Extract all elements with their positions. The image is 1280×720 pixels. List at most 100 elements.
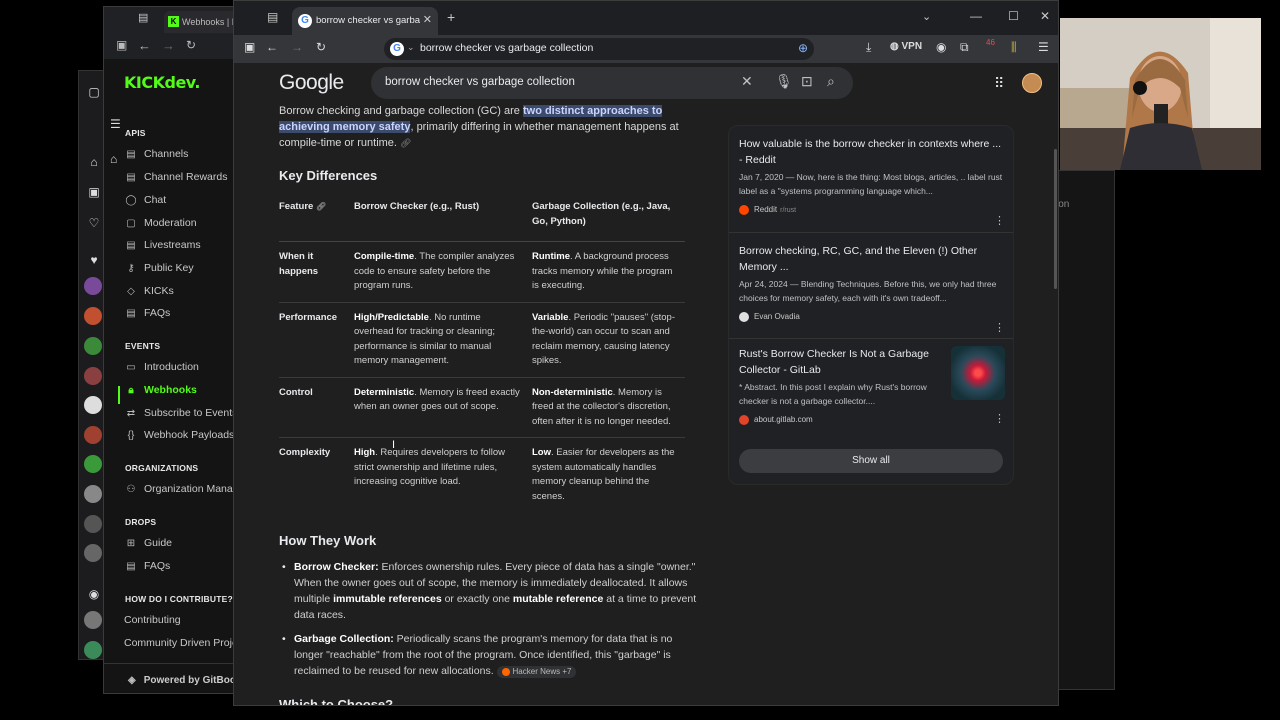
- table-row: Control Deterministic. Memory is freed e…: [279, 377, 685, 438]
- gitbook-footer[interactable]: ◈ Powered by GitBook: [104, 663, 244, 697]
- menu-icon[interactable]: ☰: [1038, 40, 1049, 54]
- workspace-icon[interactable]: ▣: [116, 38, 127, 52]
- maximize-icon[interactable]: ☐: [1008, 9, 1019, 23]
- avatar[interactable]: [84, 367, 102, 385]
- sidebar-item-payloads[interactable]: {} Webhook Payloads: [124, 429, 235, 447]
- kick-dev-logo[interactable]: KICKdev.: [124, 73, 201, 92]
- avatar[interactable]: [84, 641, 102, 659]
- sidebar-item-webhooks[interactable]: 🔒︎ Webhooks: [124, 384, 197, 402]
- source-title[interactable]: Rust's Borrow Checker Is Not a Garbage C…: [739, 346, 939, 378]
- store-icon[interactable]: ▣: [86, 184, 102, 200]
- more-options-icon[interactable]: ⋮: [994, 214, 1005, 227]
- more-options-icon[interactable]: ⋮: [994, 321, 1005, 334]
- avatar[interactable]: [84, 611, 102, 629]
- source-card[interactable]: How valuable is the borrow checker in co…: [739, 136, 1005, 227]
- download-icon[interactable]: ⤓: [866, 40, 871, 55]
- sidebar-item-moderation[interactable]: ▢ Moderation: [124, 217, 196, 235]
- cell-text: . Requires developers to follow strict o…: [354, 447, 506, 487]
- sidebar-item-public-key[interactable]: ⚷ Public Key: [124, 262, 193, 280]
- source-title[interactable]: Borrow checking, RC, GC, and the Eleven …: [739, 243, 1005, 275]
- more-options-icon[interactable]: ⋮: [994, 412, 1005, 425]
- sidebar-item-introduction[interactable]: ▭ Introduction: [124, 361, 199, 379]
- sidebar-item-faqs[interactable]: ▤ FAQs: [124, 307, 170, 325]
- sidebar-item-channels[interactable]: ▤ Channels: [124, 148, 188, 166]
- sidebar-item-kicks[interactable]: ◇ KICKs: [124, 285, 174, 303]
- search-input[interactable]: borrow checker vs garbage collection ✕ 🎙…: [371, 67, 853, 99]
- avatar[interactable]: [84, 307, 102, 325]
- heart-icon[interactable]: ♡: [86, 215, 102, 231]
- link-icon[interactable]: 🔗︎: [316, 202, 326, 211]
- close-window-icon[interactable]: ✕: [1040, 9, 1050, 23]
- sidebar-item-livestreams[interactable]: ▤ Livestreams: [124, 239, 200, 257]
- source-title[interactable]: How valuable is the borrow checker in co…: [739, 136, 1005, 168]
- heart-filled-icon[interactable]: ♥: [86, 252, 102, 268]
- sidebar-item-chat[interactable]: ◯ Chat: [124, 194, 166, 212]
- vpn-button[interactable]: ◍ VPN: [890, 41, 922, 52]
- microphone-icon[interactable]: 🎙︎: [775, 73, 793, 90]
- back-icon[interactable]: ←: [266, 40, 278, 54]
- google-logo[interactable]: Google: [279, 71, 344, 95]
- forward-icon[interactable]: →: [162, 38, 175, 53]
- sidebar-item-channel-rewards[interactable]: ▤ Channel Rewards: [124, 171, 227, 189]
- link-icon[interactable]: 🔗︎: [400, 138, 411, 148]
- avatar[interactable]: [84, 455, 102, 473]
- header-borrow-checker: Borrow Checker (e.g., Rust): [354, 198, 532, 242]
- equalizer-icon[interactable]: ⫼: [1011, 40, 1017, 55]
- avatar[interactable]: [1022, 73, 1042, 93]
- sidebar-item-drops-faqs[interactable]: ▤ FAQs: [124, 560, 170, 578]
- minimize-icon[interactable]: —: [970, 9, 982, 23]
- window-icon[interactable]: ▢: [86, 84, 102, 100]
- kick-tab[interactable]: K Webhooks | Ki: [164, 11, 244, 33]
- source-card[interactable]: Rust's Borrow Checker Is Not a Garbage C…: [739, 346, 1005, 425]
- back-icon[interactable]: ←: [138, 38, 151, 53]
- source-chip[interactable]: Hacker News +7: [496, 666, 577, 678]
- source-thumbnail[interactable]: [951, 346, 1005, 400]
- chevron-down-icon[interactable]: ⌄: [407, 42, 415, 53]
- chevron-down-icon[interactable]: ⌄: [922, 10, 931, 23]
- avatar[interactable]: [84, 426, 102, 444]
- sidebar-item-org-management[interactable]: ⚇ Organization Manag: [124, 483, 239, 501]
- row-feature: Control: [279, 377, 354, 438]
- tab-search-icon[interactable]: ▤: [138, 11, 148, 24]
- translate-icon[interactable]: ⊕: [798, 41, 808, 55]
- avatar[interactable]: [84, 515, 102, 533]
- show-all-button[interactable]: Show all: [739, 449, 1003, 473]
- source-card[interactable]: Borrow checking, RC, GC, and the Eleven …: [739, 243, 1005, 334]
- omnibox[interactable]: G ⌄ borrow checker vs garbage collection…: [384, 38, 814, 60]
- menu-icon[interactable]: ☰: [110, 117, 121, 131]
- avatar[interactable]: [84, 396, 102, 414]
- sidebar-item-guide[interactable]: ⊞ Guide: [124, 537, 172, 555]
- avatar[interactable]: [84, 337, 102, 355]
- site-favicon-icon: [739, 312, 749, 322]
- avatar[interactable]: [84, 544, 102, 562]
- reload-icon[interactable]: ↻: [186, 38, 196, 52]
- apps-grid-icon[interactable]: ⠿: [994, 75, 1004, 92]
- avatar[interactable]: [84, 277, 102, 295]
- puzzle-icon[interactable]: ⧉: [960, 40, 969, 55]
- tab-search-icon[interactable]: ▤: [267, 10, 278, 24]
- extension-icon[interactable]: ◉: [936, 40, 946, 54]
- search-icon[interactable]: ⌕: [827, 73, 835, 90]
- scrollbar[interactable]: [1054, 149, 1057, 289]
- sidebar-item-label: Contributing: [124, 614, 181, 626]
- reload-icon[interactable]: ↻: [316, 40, 326, 54]
- home-icon[interactable]: ⌂: [110, 152, 117, 166]
- extension-badge[interactable]: 46: [986, 38, 995, 47]
- home-icon[interactable]: ⌂: [86, 154, 102, 170]
- sidebar-item-community[interactable]: Community Driven Proje: [124, 637, 238, 655]
- clear-icon[interactable]: ✕: [741, 73, 753, 90]
- forward-icon[interactable]: →: [291, 40, 303, 54]
- moderation-icon: ▢: [126, 218, 136, 229]
- close-tab-icon[interactable]: ✕: [423, 13, 432, 26]
- tab-google-search[interactable]: G borrow checker vs garbage colle ✕: [292, 7, 438, 35]
- sidebar-item-label: Guide: [144, 537, 173, 549]
- source-snippet: * Abstract. In this post I explain why R…: [739, 382, 927, 406]
- sidebar-item-subscribe[interactable]: ⇄ Subscribe to Events: [124, 407, 238, 425]
- avatar[interactable]: [84, 485, 102, 503]
- lens-icon[interactable]: ⊡: [801, 73, 813, 90]
- new-tab-icon[interactable]: +: [447, 9, 455, 25]
- workspace-icon[interactable]: ▣: [244, 40, 255, 54]
- sidebar-item-contributing[interactable]: Contributing: [124, 614, 181, 632]
- radio-icon[interactable]: ◉: [86, 586, 102, 602]
- gem-icon: ◇: [127, 286, 135, 297]
